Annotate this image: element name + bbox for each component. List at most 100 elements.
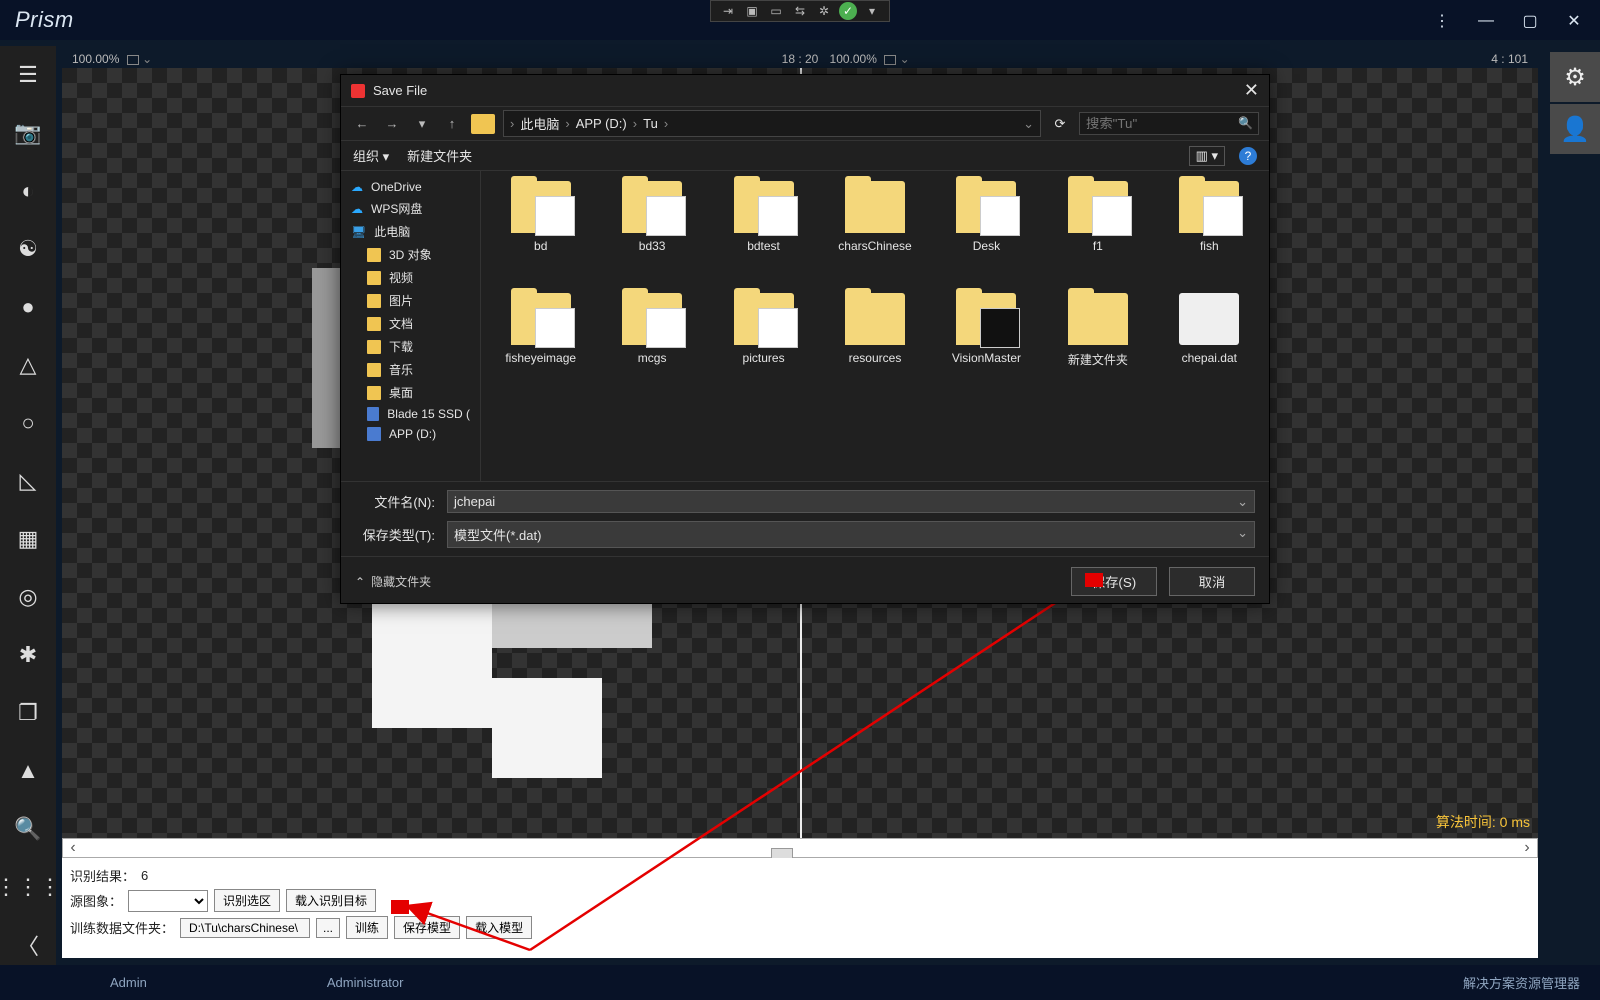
save-model-button[interactable]: 保存模型: [394, 916, 460, 939]
item-label: 新建文件夹: [1068, 351, 1128, 368]
minimize-icon[interactable]: —: [1466, 6, 1506, 36]
load-target-button[interactable]: 载入识别目标: [286, 889, 376, 912]
folder-item[interactable]: bdtest: [710, 181, 817, 289]
folder-item[interactable]: fisheyeimage: [487, 293, 594, 401]
sidebar-item[interactable]: APP (D:): [349, 424, 472, 444]
nav-fwd-icon[interactable]: →: [381, 116, 403, 131]
new-folder-button[interactable]: 新建文件夹: [407, 146, 472, 165]
folder-item[interactable]: VisionMaster: [933, 293, 1040, 401]
sidebar-item[interactable]: 下载: [349, 335, 472, 358]
folder-item[interactable]: charsChinese: [821, 181, 928, 289]
file-grid[interactable]: bdbd33bdtestcharsChineseDeskf1fish fishey…: [481, 171, 1269, 481]
sidebar-item[interactable]: 图片: [349, 289, 472, 312]
fingerprint-icon[interactable]: ◎: [13, 582, 43, 612]
folder-icon: [367, 386, 381, 400]
item-label: pictures: [743, 351, 785, 365]
triangle-icon[interactable]: △: [13, 350, 43, 380]
crumb-2[interactable]: Tu: [643, 116, 658, 131]
dialog-close-icon[interactable]: ✕: [1244, 80, 1259, 101]
scroll-left-icon[interactable]: ‹: [63, 839, 83, 857]
circle-outline-icon[interactable]: ○: [13, 408, 43, 438]
dots-grid-icon[interactable]: ⋮⋮⋮: [13, 872, 43, 902]
menu-icon[interactable]: ☰: [13, 60, 43, 90]
sidebar-item-label: APP (D:): [389, 427, 436, 441]
select-region-button[interactable]: 识别选区: [214, 889, 280, 912]
export-icon[interactable]: ⇥: [719, 2, 737, 20]
folder-item[interactable]: mcgs: [598, 293, 705, 401]
cancel-button[interactable]: 取消: [1169, 567, 1255, 596]
nav-back-icon[interactable]: ←: [351, 116, 373, 131]
filename-input[interactable]: jchepai⌄: [447, 490, 1255, 513]
sidebar-item[interactable]: 🖥此电脑: [349, 220, 472, 243]
ok-icon[interactable]: ✓: [839, 2, 857, 20]
view-mode-icon[interactable]: ▥ ▾: [1189, 146, 1225, 166]
sidebar-item-label: 文档: [389, 315, 413, 332]
folder-item[interactable]: pictures: [710, 293, 817, 401]
search-icon[interactable]: 🔍: [13, 814, 43, 844]
scroll-right-icon[interactable]: ›: [1517, 839, 1537, 857]
settings-tile[interactable]: ⚙: [1550, 52, 1600, 102]
link-icon[interactable]: ⇆: [791, 2, 809, 20]
folder-item[interactable]: bd: [487, 181, 594, 289]
nav-history-dd-icon[interactable]: ▾: [411, 116, 433, 132]
browse-button[interactable]: ...: [316, 918, 340, 938]
nav-up-icon[interactable]: ↑: [441, 116, 463, 131]
sidebar-item[interactable]: 音乐: [349, 358, 472, 381]
bottom-scrollbar[interactable]: ‹ ›: [62, 838, 1538, 858]
contrast-icon[interactable]: ◐: [13, 176, 43, 206]
organize-menu[interactable]: 组织 ▾: [353, 146, 389, 165]
dialog-title-bar[interactable]: Save File ✕: [341, 75, 1269, 107]
folder-item[interactable]: 新建文件夹: [1044, 293, 1151, 401]
copy-icon[interactable]: ❐: [13, 698, 43, 728]
user-tile[interactable]: 👤: [1550, 104, 1600, 154]
device-icon[interactable]: ▣: [743, 2, 761, 20]
help-icon[interactable]: ?: [1239, 147, 1257, 165]
search-box: 🔍: [1079, 112, 1259, 135]
angle-icon[interactable]: ◺: [13, 466, 43, 496]
breadcrumb[interactable]: › 此电脑› APP (D:)› Tu› ⌄: [503, 110, 1041, 137]
sidebar-item[interactable]: 文档: [349, 312, 472, 335]
search-input[interactable]: [1079, 112, 1259, 135]
sidebar-item[interactable]: ☁WPS网盘: [349, 197, 472, 220]
folder-item[interactable]: fish: [1156, 181, 1263, 289]
more-icon[interactable]: ⋮: [1422, 6, 1462, 36]
file-item[interactable]: chepai.dat: [1156, 293, 1263, 401]
screen-icon[interactable]: ▭: [767, 2, 785, 20]
magnifier-icon[interactable]: 🔍: [1238, 116, 1253, 130]
folder-item[interactable]: Desk: [933, 181, 1040, 289]
refresh-icon[interactable]: ⟳: [1049, 116, 1071, 132]
sidebar-item[interactable]: 视频: [349, 266, 472, 289]
train-button[interactable]: 训练: [346, 916, 388, 939]
tool-icon[interactable]: ✲: [815, 2, 833, 20]
nodes-icon[interactable]: ✱: [13, 640, 43, 670]
sidebar-item[interactable]: ☁OneDrive: [349, 177, 472, 197]
maximize-icon[interactable]: ▢: [1510, 6, 1550, 36]
hide-folders-toggle[interactable]: ⌃隐藏文件夹: [355, 573, 431, 590]
filetype-select[interactable]: 模型文件(*.dat)⌄: [447, 521, 1255, 548]
folder-item[interactable]: f1: [1044, 181, 1151, 289]
circle-fill-icon[interactable]: ●: [13, 292, 43, 322]
yinyang-icon[interactable]: ☯: [13, 234, 43, 264]
crumb-1[interactable]: APP (D:): [576, 116, 627, 131]
close-icon[interactable]: ✕: [1554, 6, 1594, 36]
sidebar-item-label: OneDrive: [371, 180, 422, 194]
camera-icon[interactable]: 📷: [13, 118, 43, 148]
train-folder-input[interactable]: [180, 918, 310, 938]
dialog-sidebar[interactable]: ☁OneDrive☁WPS网盘🖥此电脑3D 对象视频图片文档下载音乐桌面Blad…: [341, 171, 481, 481]
load-model-button[interactable]: 载入模型: [466, 916, 532, 939]
sidebar-item[interactable]: Blade 15 SSD (: [349, 404, 472, 424]
folder-icon: [367, 363, 381, 377]
dialog-toolbar: 组织 ▾ 新建文件夹 ▥ ▾ ?: [341, 141, 1269, 171]
sidebar-item[interactable]: 3D 对象: [349, 243, 472, 266]
zoom-right-pct: 100.00% ⌄: [830, 52, 910, 66]
chevron-left-icon[interactable]: 〈: [13, 930, 43, 960]
grid-icon[interactable]: ▦: [13, 524, 43, 554]
folder-item[interactable]: resources: [821, 293, 928, 401]
crumb-0[interactable]: 此电脑: [520, 114, 559, 133]
dropdown-icon[interactable]: ▾: [863, 2, 881, 20]
folder-item[interactable]: bd33: [598, 181, 705, 289]
warning-icon[interactable]: ▲: [13, 756, 43, 786]
sidebar-item[interactable]: 桌面: [349, 381, 472, 404]
source-select[interactable]: [128, 890, 208, 912]
save-button[interactable]: 保存(S): [1071, 567, 1157, 596]
